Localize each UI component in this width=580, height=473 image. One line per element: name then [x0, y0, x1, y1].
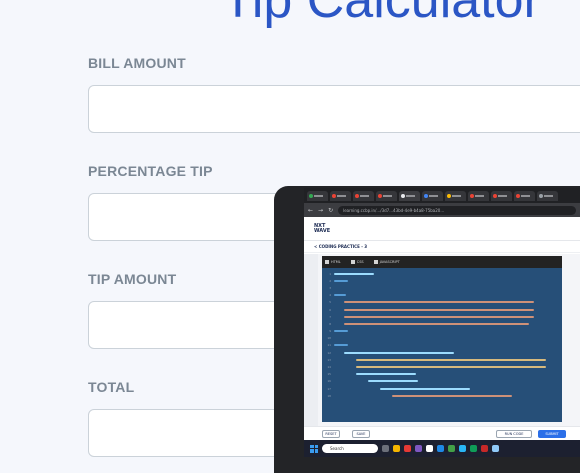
- app-icon[interactable]: [481, 445, 488, 452]
- browser-tab[interactable]: [537, 190, 558, 201]
- laptop-overlay: ← → ↻ learning.ccbp.in/.../3d7...43bd-4e…: [274, 186, 580, 473]
- tab-favicon-icon: [447, 193, 451, 198]
- taskbar-search-input[interactable]: Search: [322, 444, 378, 453]
- tab-favicon-icon: [470, 193, 474, 198]
- browser-tab[interactable]: [514, 190, 535, 201]
- breadcrumb[interactable]: < CODING PRACTICE - 3: [304, 241, 580, 253]
- chrome-icon[interactable]: [448, 445, 455, 452]
- windows-taskbar: Search: [304, 440, 580, 457]
- left-panel: [304, 254, 318, 426]
- save-button[interactable]: SAVE: [352, 430, 370, 438]
- tab-favicon-icon: [516, 193, 520, 198]
- js-file-icon: [373, 260, 378, 264]
- html-file-icon: [325, 260, 329, 264]
- task-view-icon[interactable]: [382, 445, 389, 452]
- tab-favicon-icon: [539, 193, 543, 198]
- browser-tab[interactable]: [307, 190, 328, 201]
- reload-icon[interactable]: ↻: [328, 207, 333, 214]
- edge-icon[interactable]: [437, 445, 444, 452]
- bill-amount-input[interactable]: [88, 85, 580, 133]
- tab-javascript[interactable]: JAVASCRIPT: [373, 260, 400, 264]
- submit-button[interactable]: SUBMIT: [538, 430, 566, 438]
- address-bar: ← → ↻ learning.ccbp.in/.../3d7...43bd-4e…: [304, 203, 580, 217]
- bill-amount-label: BILL AMOUNT: [88, 55, 186, 71]
- tab-favicon-icon: [401, 193, 405, 198]
- page-title: Tip Calculator: [222, 0, 541, 29]
- laptop-screen: ← → ↻ learning.ccbp.in/.../3d7...43bd-4e…: [304, 188, 580, 457]
- url-input[interactable]: learning.ccbp.in/.../3d7...43bd-4e9-b4a8…: [338, 205, 576, 215]
- code-area[interactable]: 1 2 3 4 5 6 7 8 9 10 11 12 13 14 15 16 1: [322, 268, 562, 422]
- store-icon[interactable]: [426, 445, 433, 452]
- teams-icon[interactable]: [415, 445, 422, 452]
- app-icon[interactable]: [470, 445, 477, 452]
- browser-tab[interactable]: [468, 190, 489, 201]
- run-code-button[interactable]: RUN CODE: [496, 430, 532, 438]
- tab-favicon-icon: [332, 193, 336, 198]
- app-icon[interactable]: [459, 445, 466, 452]
- editor-tabs: HTML CSS JAVASCRIPT: [322, 256, 562, 268]
- tab-favicon-icon: [424, 193, 428, 198]
- css-file-icon: [350, 260, 355, 264]
- workspace: HTML CSS JAVASCRIPT 1 2 3 4 5 6 7 8 9 10…: [304, 254, 580, 426]
- forward-arrow-icon[interactable]: →: [318, 207, 323, 214]
- back-arrow-icon[interactable]: ←: [308, 207, 313, 214]
- browser-tab[interactable]: [330, 190, 351, 201]
- windows-start-icon[interactable]: [310, 444, 318, 453]
- editor-actions: RESET SAVE RUN CODE SUBMIT: [304, 426, 580, 440]
- tab-favicon-icon: [309, 193, 313, 198]
- tab-css[interactable]: CSS: [350, 260, 364, 264]
- tab-html[interactable]: HTML: [325, 260, 341, 264]
- tab-favicon-icon: [378, 193, 382, 198]
- browser-tab[interactable]: [422, 190, 443, 201]
- app-icon[interactable]: [492, 445, 499, 452]
- tip-amount-label: TIP AMOUNT: [88, 271, 177, 287]
- browser-tab[interactable]: [491, 190, 512, 201]
- total-label: TOTAL: [88, 379, 135, 395]
- tab-favicon-icon: [355, 193, 359, 198]
- browser-tab[interactable]: [353, 190, 374, 201]
- nxtwave-logo[interactable]: NXT WAVE: [314, 223, 330, 234]
- browser-tab[interactable]: [445, 190, 466, 201]
- browser-tab-bar: [304, 188, 580, 203]
- browser-tab[interactable]: [376, 190, 397, 201]
- percentage-tip-label: PERCENTAGE TIP: [88, 163, 213, 179]
- reset-button[interactable]: RESET: [322, 430, 340, 438]
- app-icon[interactable]: [404, 445, 411, 452]
- file-explorer-icon[interactable]: [393, 445, 400, 452]
- browser-tab-active[interactable]: [399, 190, 420, 201]
- site-header: NXT WAVE: [304, 217, 580, 241]
- code-editor[interactable]: HTML CSS JAVASCRIPT 1 2 3 4 5 6 7 8 9 10…: [322, 256, 562, 422]
- tab-favicon-icon: [493, 193, 497, 198]
